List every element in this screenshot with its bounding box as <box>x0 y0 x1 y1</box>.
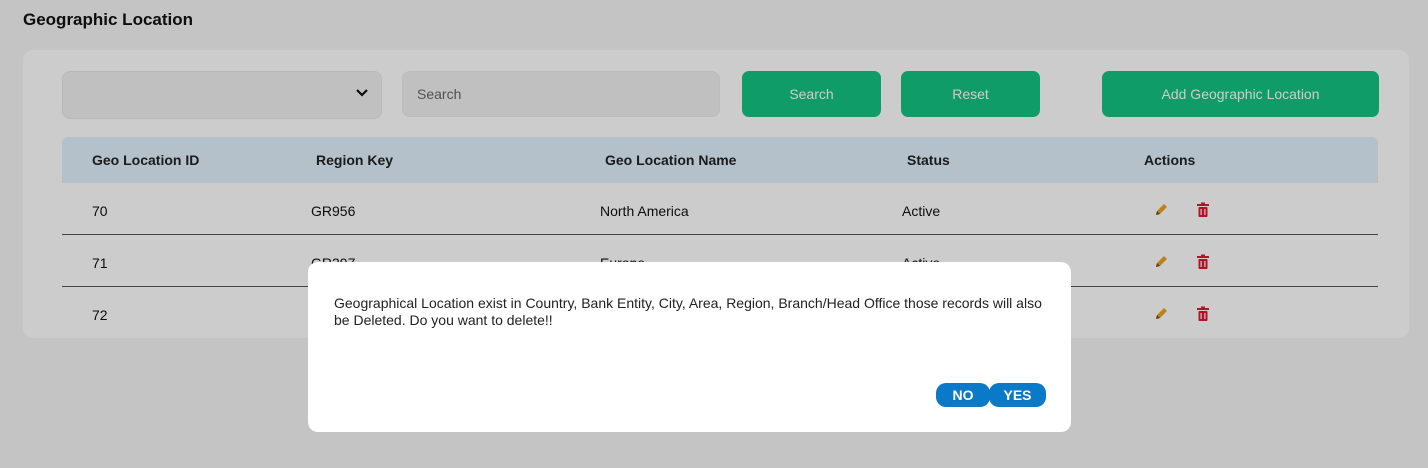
delete-confirmation-dialog: Geographical Location exist in Country, … <box>308 262 1071 432</box>
dialog-message: Geographical Location exist in Country, … <box>334 295 1042 328</box>
yes-button[interactable]: YES <box>989 383 1046 407</box>
no-button[interactable]: NO <box>936 383 990 407</box>
